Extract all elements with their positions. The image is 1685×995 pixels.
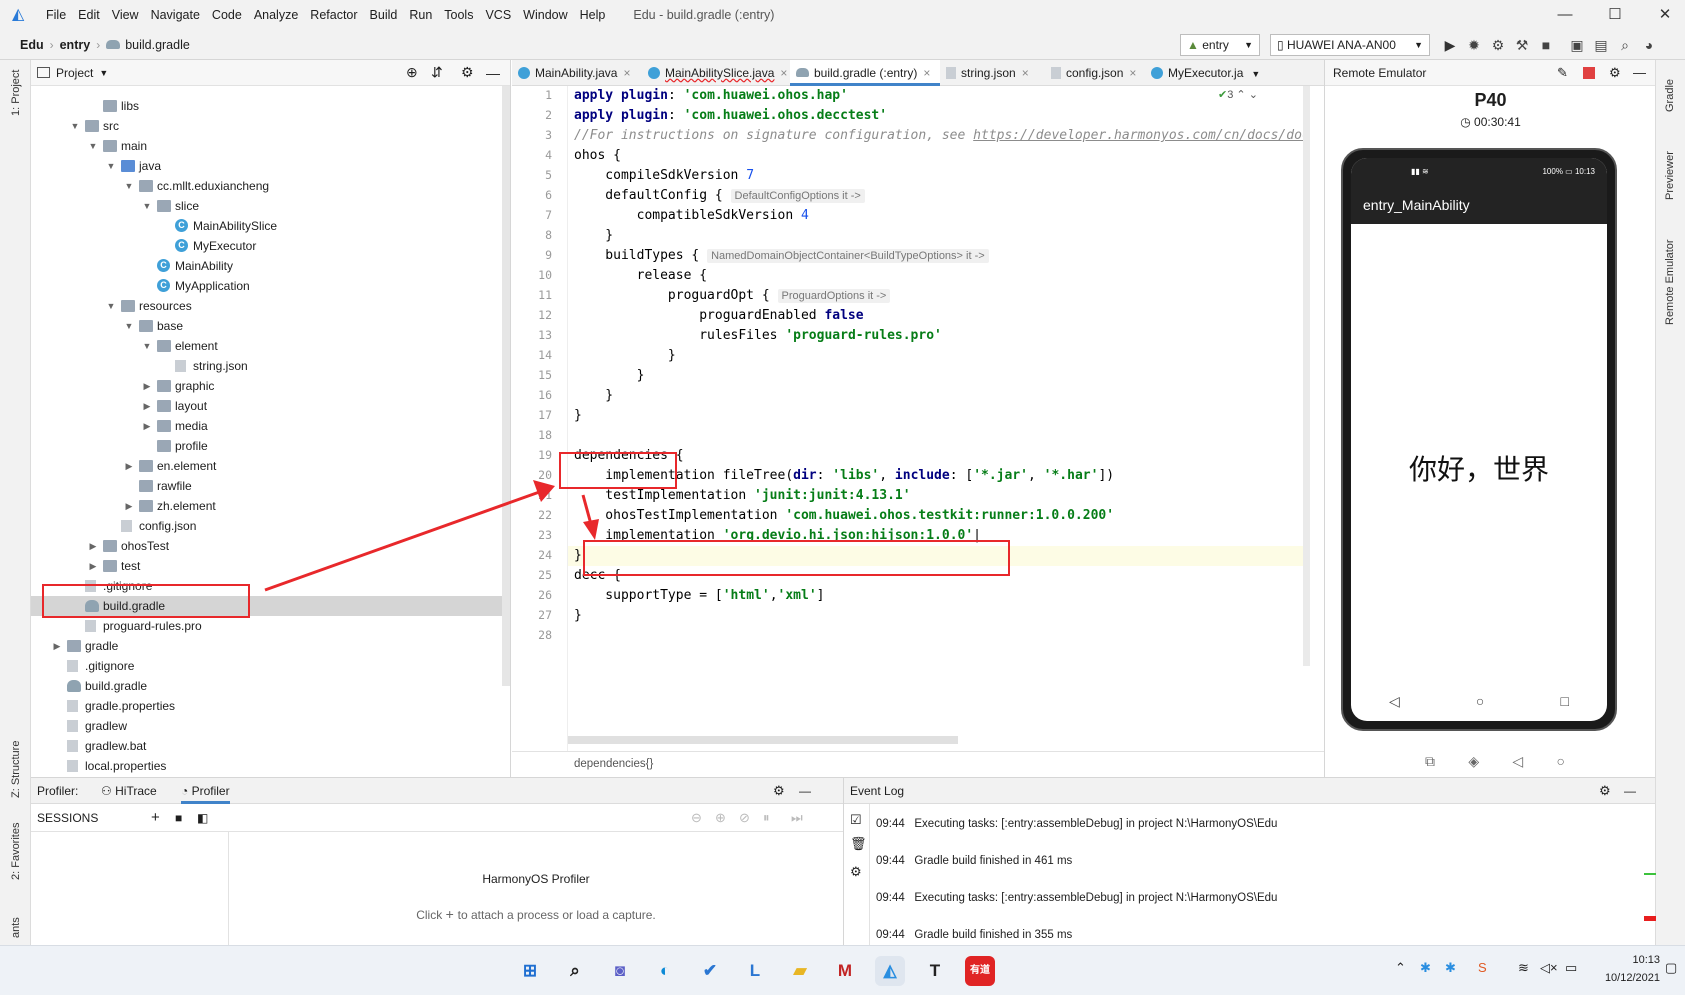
annotation-arrows: [264, 480, 599, 592]
ide-window: ◭ File Edit View Navigate Code Analyze R…: [0, 0, 1685, 995]
annotation-arrow-head: [533, 480, 555, 502]
annotation-arrow-head: [583, 519, 599, 540]
annotation-arrow-line: [264, 488, 546, 592]
